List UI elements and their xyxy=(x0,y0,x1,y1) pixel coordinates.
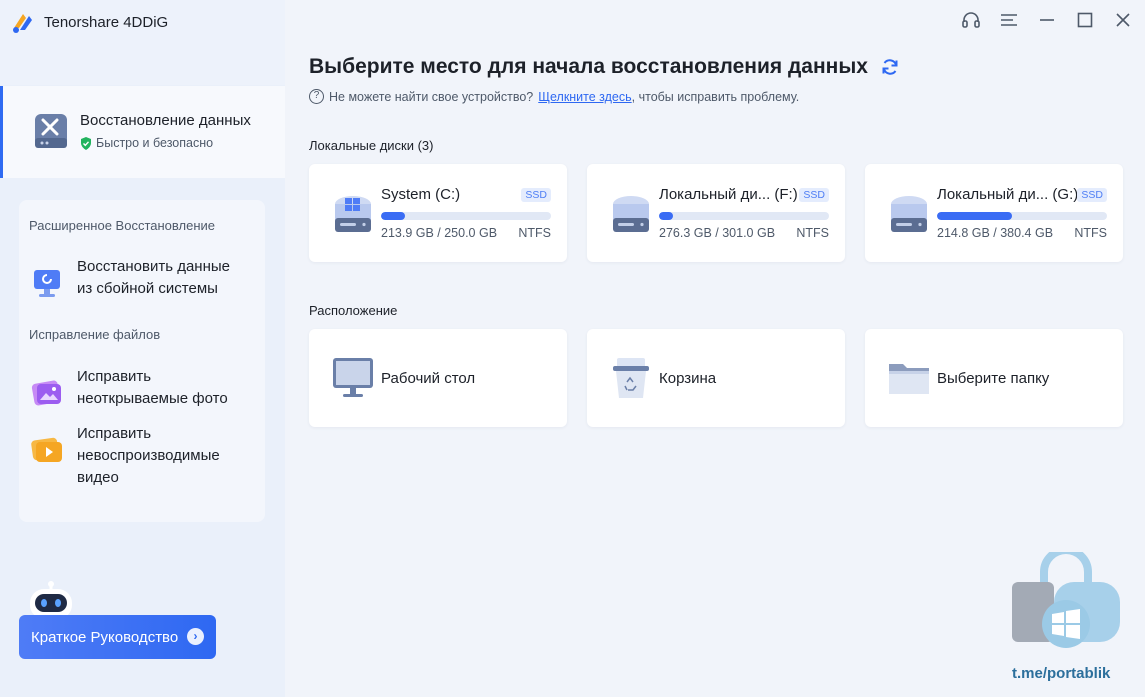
headset-support-icon[interactable] xyxy=(961,10,981,30)
disk-usage-bar xyxy=(659,212,829,220)
chevron-right-icon: › xyxy=(187,628,204,645)
ssd-badge: SSD xyxy=(799,188,829,202)
location-recycle-bin[interactable]: Корзина xyxy=(587,329,845,427)
disk-filesystem: NTFS xyxy=(1074,226,1107,240)
sidebar-item-subtitle-text: Быстро и безопасно xyxy=(96,136,214,150)
location-select-folder[interactable]: Выберите папку xyxy=(865,329,1123,427)
item-line: видео xyxy=(77,469,119,486)
drive-icon xyxy=(613,196,649,232)
watermark-text: t.me/portablik xyxy=(1012,665,1111,682)
sidebar-item-repair-photos[interactable]: Исправить неоткрываемые фото xyxy=(29,366,257,410)
sidebar: Tenorshare 4DDiG Восстановление данных Б… xyxy=(0,0,285,697)
ssd-badge: SSD xyxy=(1077,188,1107,202)
close-icon[interactable] xyxy=(1113,10,1133,30)
disk-usage-fill xyxy=(381,212,405,220)
disk-size: 213.9 GB / 250.0 GB xyxy=(381,226,498,240)
item-line: из сбойной системы xyxy=(77,280,218,297)
local-disks-title: Локальные диски (3) xyxy=(309,138,434,153)
drive-icon xyxy=(891,196,927,232)
item-line: невоспроизводимые xyxy=(77,447,220,464)
maximize-icon[interactable] xyxy=(1075,10,1095,30)
sidebar-item-crashed-system[interactable]: Восстановить данные из сбойной системы xyxy=(29,256,257,300)
disk-usage-bar xyxy=(937,212,1107,220)
photo-repair-icon xyxy=(31,380,61,406)
ssd-badge: SSD xyxy=(521,188,551,202)
question-icon: ? xyxy=(309,89,324,104)
disk-card-c[interactable]: System (C:) SSD 213.9 GB / 250.0 GB NTFS xyxy=(309,164,567,262)
video-repair-icon xyxy=(31,437,62,462)
portablik-watermark: t.me/portablik xyxy=(1008,546,1124,682)
disk-size: 214.8 GB / 380.4 GB xyxy=(937,226,1054,240)
help-link[interactable]: Щелкните здесь xyxy=(538,90,631,104)
disk-name: System (C:) xyxy=(381,186,461,203)
item-line: Исправить xyxy=(77,425,152,442)
disk-card-f[interactable]: Локальный ди... (F:) SSD 276.3 GB / 301.… xyxy=(587,164,845,262)
disk-name: Локальный ди... (F:) xyxy=(659,186,798,203)
minimize-icon[interactable] xyxy=(1037,10,1057,30)
help-text-after: , чтобы исправить проблему. xyxy=(631,89,800,104)
sidebar-item-subtitle: Быстро и безопасно xyxy=(80,136,213,150)
sidebar-item-repair-videos[interactable]: Исправить невоспроизводимые видео xyxy=(29,423,257,489)
section-title-advanced: Расширенное Восстановление xyxy=(29,218,215,233)
app-logo-icon xyxy=(13,14,32,33)
disk-usage-bar xyxy=(381,212,551,220)
item-line: неоткрываемые фото xyxy=(77,390,228,407)
section-title-file-repair: Исправление файлов xyxy=(29,327,161,342)
help-text: Не можете найти свое устройство? xyxy=(329,89,534,104)
menu-icon[interactable] xyxy=(999,10,1019,30)
location-name: Корзина xyxy=(659,370,717,387)
app-title: Tenorshare 4DDiG xyxy=(44,14,169,31)
advanced-recovery-panel: Расширенное Восстановление Восстановить … xyxy=(19,200,265,522)
location-name: Рабочий стол xyxy=(381,370,476,387)
quick-guide-button[interactable]: Краткое Руководство › xyxy=(19,615,216,659)
hard-drive-tools-icon xyxy=(35,114,67,148)
disk-usage-fill xyxy=(937,212,1012,220)
recycle-bin-icon xyxy=(613,358,649,398)
refresh-icon[interactable] xyxy=(880,57,900,77)
folder-icon xyxy=(889,364,929,394)
disk-size: 276.3 GB / 301.0 GB xyxy=(659,226,776,240)
location-title: Расположение xyxy=(309,303,398,318)
sidebar-item-data-recovery[interactable]: Восстановление данных Быстро и безопасно xyxy=(0,86,285,178)
sidebar-item-label: Восстановление данных xyxy=(80,112,251,129)
shield-check-icon xyxy=(81,136,91,150)
disk-filesystem: NTFS xyxy=(796,226,829,240)
page-title-text: Выберите место для начала восстановления… xyxy=(309,55,868,78)
window-controls xyxy=(961,10,1133,30)
item-line: Восстановить данные xyxy=(77,258,231,275)
watermark-logo-icon xyxy=(1012,546,1120,648)
page-title: Выберите место для начала восстановления… xyxy=(309,55,900,79)
computer-recovery-icon xyxy=(34,270,60,297)
disk-name: Локальный ди... (G:) xyxy=(937,186,1079,203)
location-name: Выберите папку xyxy=(937,370,1050,387)
monitor-icon xyxy=(333,358,373,397)
help-line: ? Не можете найти свое устройство? Щелкн… xyxy=(309,89,799,104)
quick-guide-label: Краткое Руководство xyxy=(31,628,179,646)
disk-filesystem: NTFS xyxy=(518,226,551,240)
location-desktop[interactable]: Рабочий стол xyxy=(309,329,567,427)
disk-usage-fill xyxy=(659,212,673,220)
item-line: Исправить xyxy=(77,368,152,385)
disk-card-g[interactable]: Локальный ди... (G:) SSD 214.8 GB / 380.… xyxy=(865,164,1123,262)
windows-drive-icon xyxy=(335,196,371,232)
brand-header: Tenorshare 4DDiG xyxy=(0,0,285,85)
